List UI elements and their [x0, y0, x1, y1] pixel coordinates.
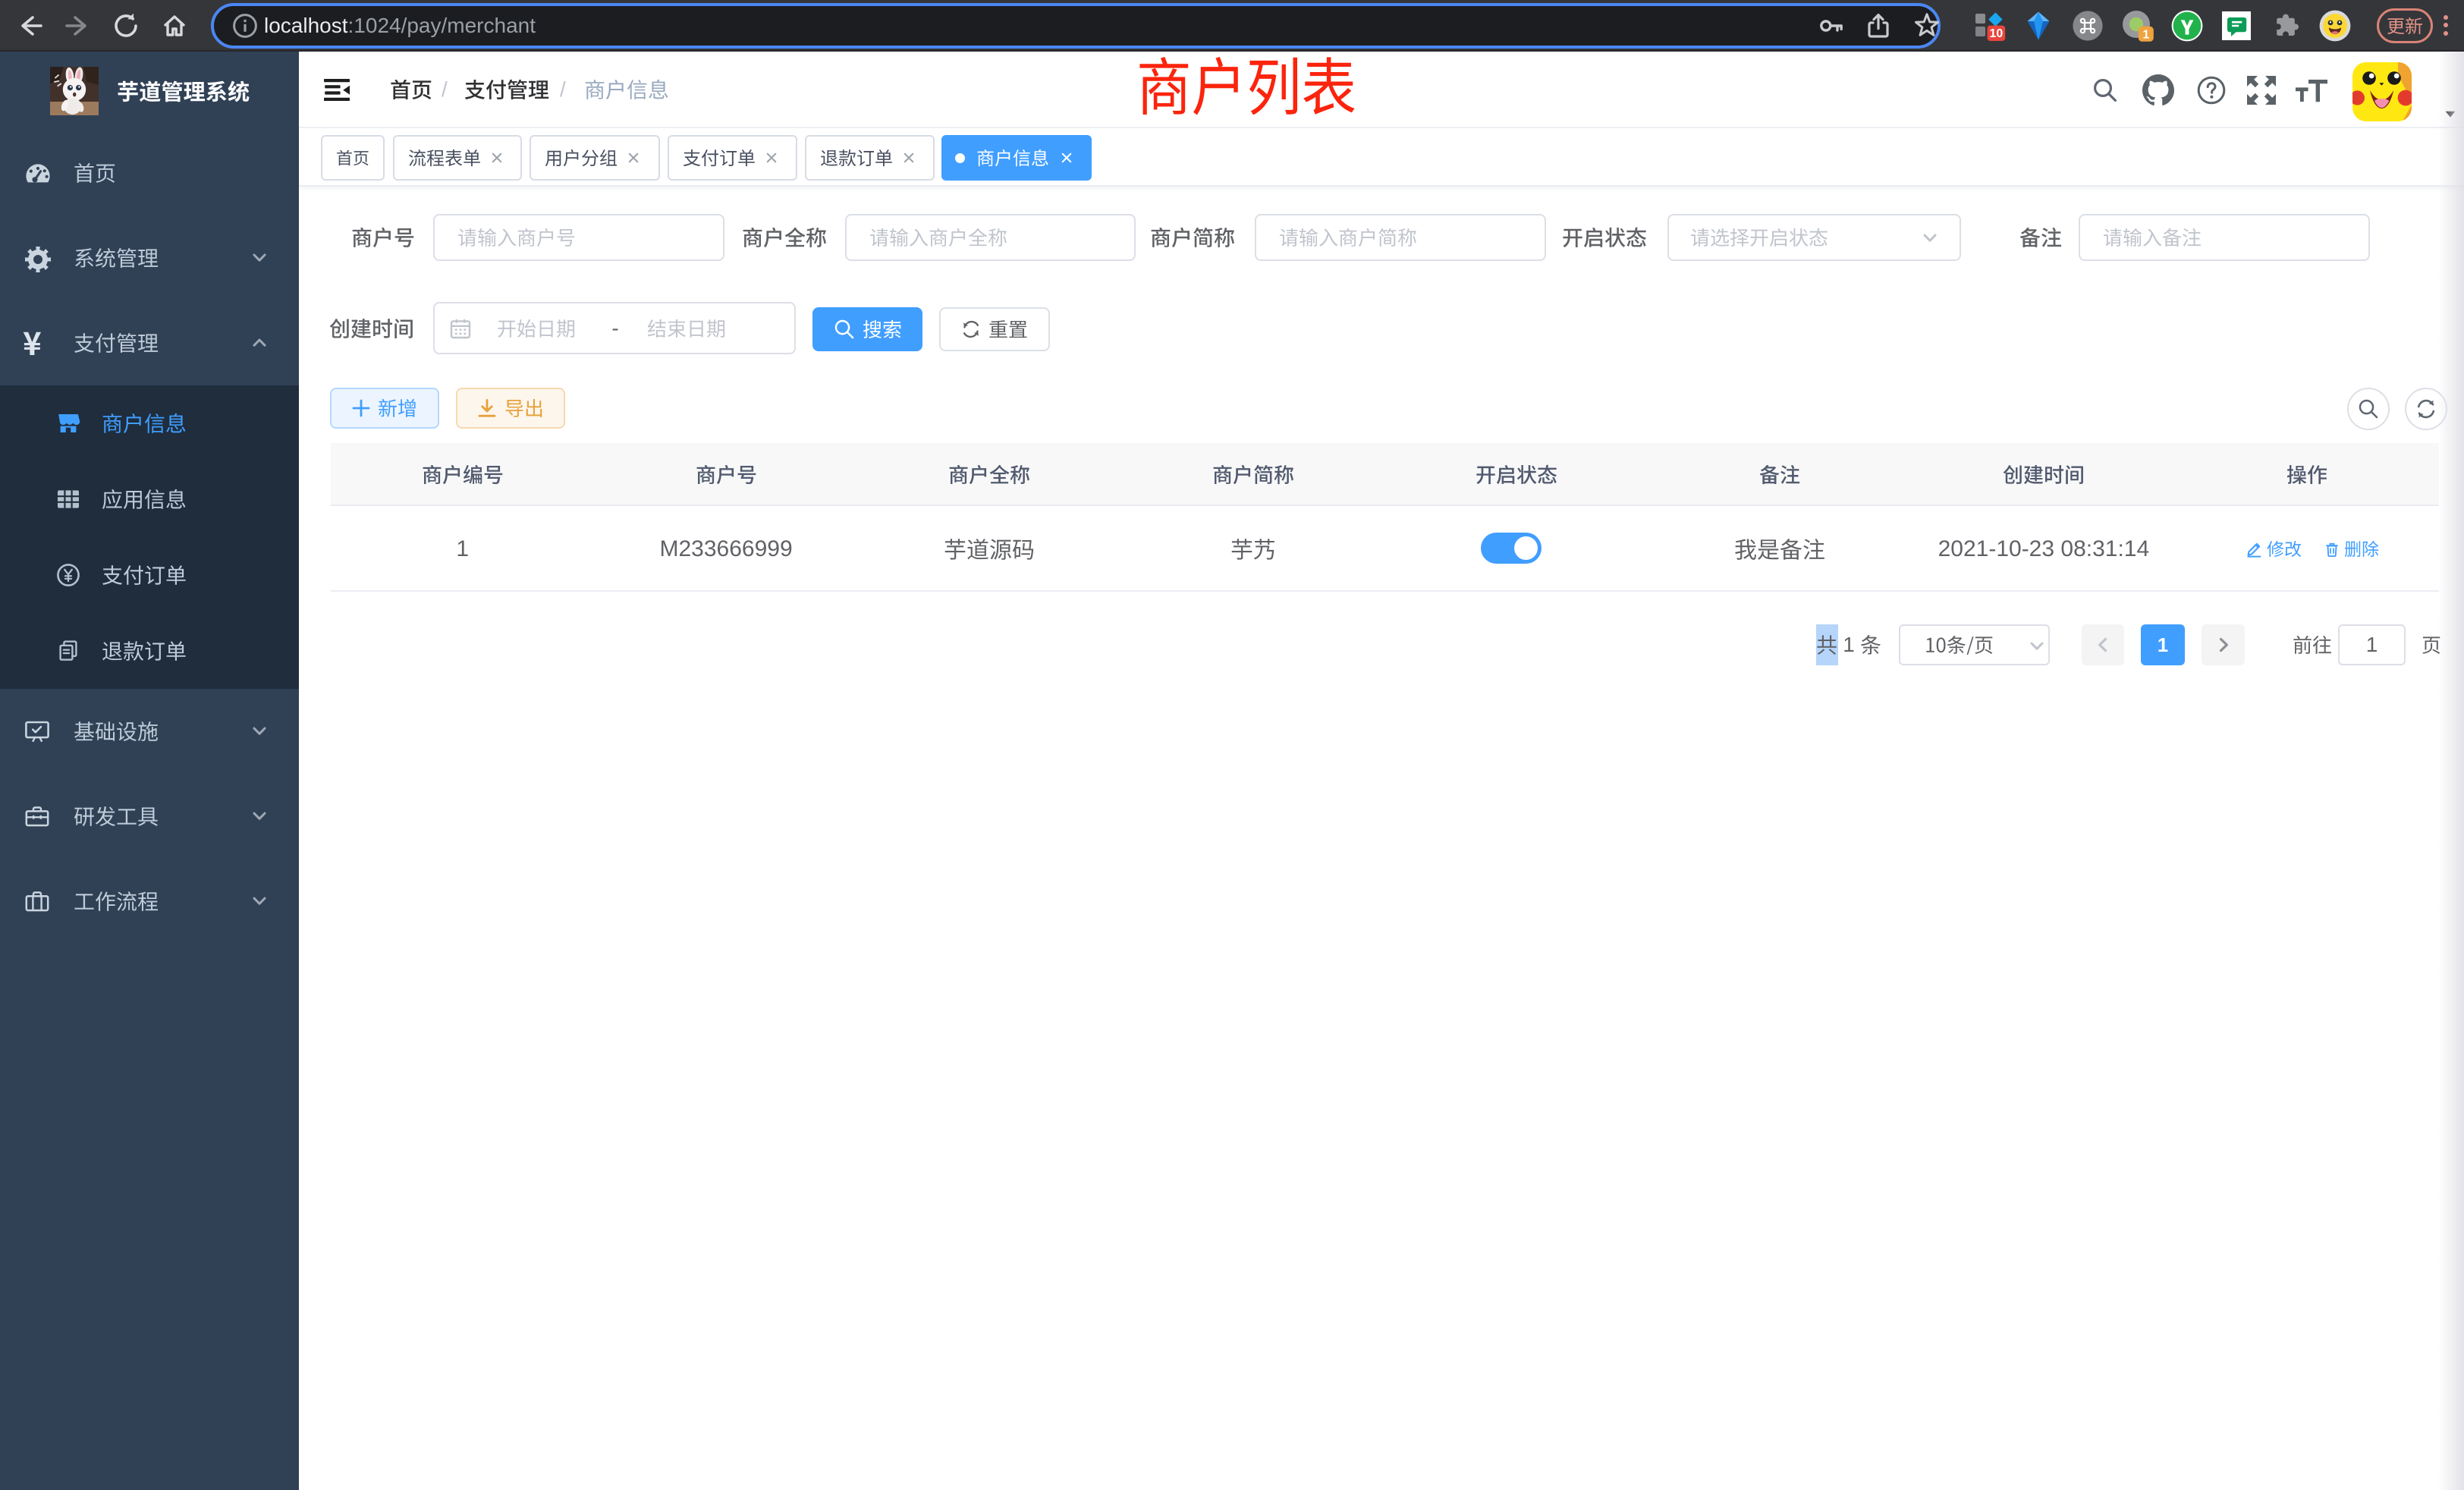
svg-text:10: 10 [1990, 27, 2004, 40]
svg-text:1: 1 [2142, 28, 2149, 41]
